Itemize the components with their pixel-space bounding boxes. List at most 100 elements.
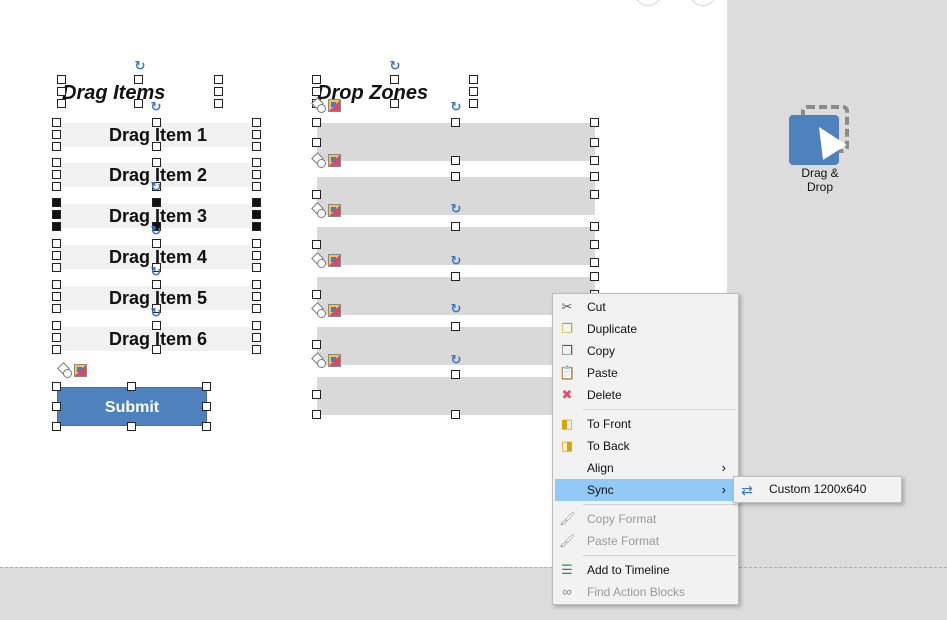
shapes-icon[interactable] <box>312 154 326 168</box>
resize-handle[interactable] <box>252 263 261 272</box>
resize-handle[interactable] <box>312 87 321 96</box>
resize-handle[interactable] <box>252 118 261 127</box>
shapes-icon[interactable] <box>58 364 72 378</box>
menu-item-copy-format[interactable]: 🖌 Copy Format <box>555 508 736 530</box>
resize-handle[interactable] <box>202 422 211 431</box>
resize-handle[interactable] <box>312 118 321 127</box>
rotate-handle-icon[interactable]: ↻ <box>149 224 163 238</box>
resize-handle[interactable] <box>214 99 223 108</box>
resize-handle[interactable] <box>469 99 478 108</box>
resize-handle[interactable] <box>252 158 261 167</box>
resize-handle[interactable] <box>252 130 261 139</box>
resize-handle[interactable] <box>52 210 61 219</box>
resize-handle[interactable] <box>52 402 61 411</box>
color-palette-icon[interactable] <box>328 304 341 317</box>
resize-handle[interactable] <box>312 390 321 399</box>
menu-item-to-front[interactable]: ◧ To Front <box>555 413 736 435</box>
resize-handle[interactable] <box>469 87 478 96</box>
resize-handle[interactable] <box>590 190 599 199</box>
resize-handle[interactable] <box>57 99 66 108</box>
resize-handle[interactable] <box>252 210 261 219</box>
resize-handle[interactable] <box>451 222 460 231</box>
resize-handle[interactable] <box>152 239 161 248</box>
resize-handle[interactable] <box>52 222 61 231</box>
shapes-icon[interactable] <box>312 254 326 268</box>
resize-handle[interactable] <box>451 370 460 379</box>
resize-handle[interactable] <box>52 239 61 248</box>
rotate-handle-icon[interactable]: ↻ <box>449 302 463 316</box>
resize-handle[interactable] <box>52 142 61 151</box>
rotate-handle-icon[interactable]: ↻ <box>149 180 163 194</box>
resize-handle[interactable] <box>127 422 136 431</box>
shapes-icon[interactable] <box>312 354 326 368</box>
menu-item-to-back[interactable]: ◨ To Back <box>555 435 736 457</box>
color-palette-icon[interactable] <box>328 154 341 167</box>
resize-handle[interactable] <box>57 75 66 84</box>
resize-handle[interactable] <box>52 422 61 431</box>
shapes-icon[interactable] <box>312 304 326 318</box>
color-palette-icon[interactable] <box>328 99 341 112</box>
resize-handle[interactable] <box>52 130 61 139</box>
rotate-handle-icon[interactable]: ↻ <box>449 254 463 268</box>
resize-handle[interactable] <box>252 142 261 151</box>
resize-handle[interactable] <box>252 170 261 179</box>
menu-item-find-action-blocks[interactable]: ∞ Find Action Blocks <box>555 581 736 603</box>
menu-item-delete[interactable]: ✖ Delete <box>555 384 736 406</box>
color-palette-icon[interactable] <box>328 354 341 367</box>
resize-handle[interactable] <box>52 118 61 127</box>
resize-handle[interactable] <box>252 222 261 231</box>
resize-handle[interactable] <box>252 304 261 313</box>
resize-handle[interactable] <box>312 190 321 199</box>
resize-handle[interactable] <box>134 99 143 108</box>
resize-handle[interactable] <box>152 280 161 289</box>
resize-handle[interactable] <box>252 292 261 301</box>
resize-handle[interactable] <box>252 333 261 342</box>
resize-handle[interactable] <box>127 382 136 391</box>
resize-handle[interactable] <box>590 222 599 231</box>
resize-handle[interactable] <box>451 156 460 165</box>
menu-item-duplicate[interactable]: ❐ Duplicate <box>555 318 736 340</box>
menu-item-sync[interactable]: Sync › <box>555 479 736 501</box>
resize-handle[interactable] <box>52 263 61 272</box>
menu-item-copy[interactable]: ❐ Copy <box>555 340 736 362</box>
resize-handle[interactable] <box>52 292 61 301</box>
resize-handle[interactable] <box>252 345 261 354</box>
resize-handle[interactable] <box>590 138 599 147</box>
resize-handle[interactable] <box>451 322 460 331</box>
resize-handle[interactable] <box>134 75 143 84</box>
rotate-handle-icon[interactable]: ↻ <box>388 59 402 73</box>
resize-handle[interactable] <box>214 75 223 84</box>
resize-handle[interactable] <box>451 118 460 127</box>
resize-handle[interactable] <box>252 321 261 330</box>
color-palette-icon[interactable] <box>74 364 87 377</box>
resize-handle[interactable] <box>312 75 321 84</box>
resize-handle[interactable] <box>152 321 161 330</box>
submenu-item-custom-size[interactable]: Custom 1200x640 <box>769 477 866 502</box>
resize-handle[interactable] <box>590 240 599 249</box>
rotate-handle-icon[interactable]: ↻ <box>449 100 463 114</box>
resize-handle[interactable] <box>312 410 321 419</box>
menu-item-add-to-timeline[interactable]: ☰ Add to Timeline <box>555 559 736 581</box>
menu-item-paste-format[interactable]: 🖌 Paste Format <box>555 530 736 552</box>
resize-handle[interactable] <box>252 280 261 289</box>
resize-handle[interactable] <box>152 118 161 127</box>
rotate-handle-icon[interactable]: ↻ <box>449 202 463 216</box>
resize-handle[interactable] <box>152 345 161 354</box>
resize-handle[interactable] <box>451 172 460 181</box>
resize-handle[interactable] <box>390 75 399 84</box>
shapes-icon[interactable] <box>312 204 326 218</box>
resize-handle[interactable] <box>312 340 321 349</box>
resize-handle[interactable] <box>52 382 61 391</box>
resize-handle[interactable] <box>152 142 161 151</box>
resize-handle[interactable] <box>152 158 161 167</box>
resize-handle[interactable] <box>451 272 460 281</box>
resize-handle[interactable] <box>312 290 321 299</box>
resize-handle[interactable] <box>252 251 261 260</box>
resize-handle[interactable] <box>214 87 223 96</box>
rotate-handle-icon[interactable]: ↻ <box>149 265 163 279</box>
resize-handle[interactable] <box>252 182 261 191</box>
resize-handle[interactable] <box>52 158 61 167</box>
resize-handle[interactable] <box>252 198 261 207</box>
color-palette-icon[interactable] <box>328 204 341 217</box>
resize-handle[interactable] <box>52 304 61 313</box>
